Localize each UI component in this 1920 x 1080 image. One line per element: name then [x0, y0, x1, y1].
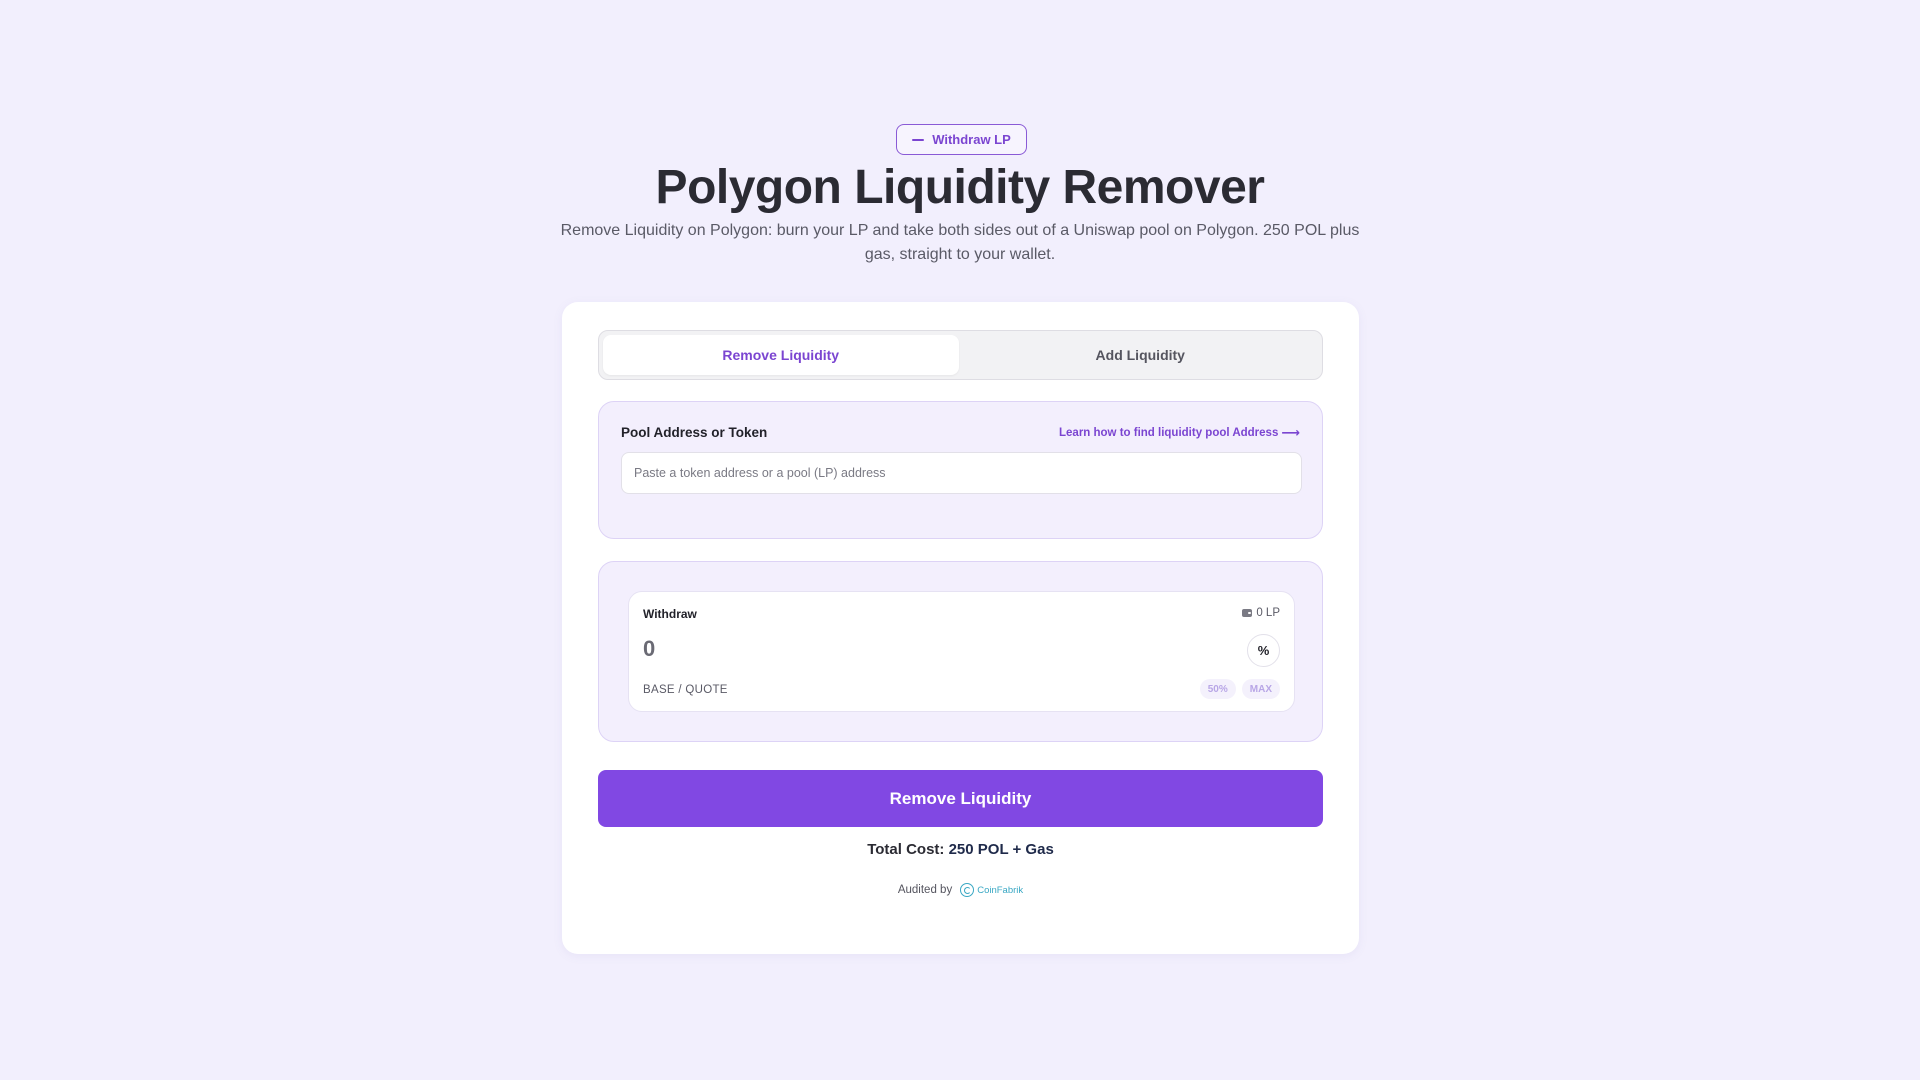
badge-label: Withdraw LP	[932, 132, 1011, 147]
withdraw-box: Withdraw 0 LP 0 % BASE / QUOTE 50% MAX	[628, 591, 1295, 712]
total-cost-label: Total Cost:	[867, 841, 945, 858]
withdraw-lp-badge: Withdraw LP	[896, 124, 1027, 155]
auditor-brand-name: CoinFabrik	[977, 884, 1024, 896]
page-subtitle: Remove Liquidity on Polygon: burn your L…	[560, 222, 1360, 263]
wallet-icon	[1242, 609, 1253, 617]
withdraw-panel: Withdraw 0 LP 0 % BASE / QUOTE 50% MAX	[598, 561, 1323, 742]
withdraw-label: Withdraw	[643, 607, 697, 621]
page: Withdraw LP Polygon Liquidity Remover Re…	[0, 0, 1920, 1080]
minus-icon	[912, 138, 925, 141]
audited-by-label: Audited by	[897, 884, 953, 896]
lp-balance: 0 LP	[1242, 607, 1280, 619]
amount-chips: 50% MAX	[1199, 679, 1280, 699]
auditor-brand[interactable]: CoinFabrik	[960, 883, 1023, 897]
pool-address-panel: Pool Address or Token Learn how to find …	[598, 401, 1323, 539]
total-cost: Total Cost: 250 POL + Gas	[562, 841, 1359, 858]
percent-button[interactable]: %	[1247, 634, 1280, 667]
audited-by: Audited by CoinFabrik	[562, 883, 1359, 897]
token-pair: BASE / QUOTE	[643, 684, 728, 696]
max-chip[interactable]: MAX	[1241, 679, 1280, 699]
pool-address-input[interactable]	[621, 452, 1302, 494]
total-cost-value: 250 POL + Gas	[948, 841, 1054, 858]
tab-bar: Remove Liquidity Add Liquidity	[598, 330, 1323, 380]
coinfabrik-logo-icon	[960, 883, 975, 897]
page-title: Polygon Liquidity Remover	[655, 161, 1265, 214]
remove-liquidity-button[interactable]: Remove Liquidity	[598, 770, 1323, 827]
pool-address-label: Pool Address or Token	[621, 425, 768, 440]
half-chip[interactable]: 50%	[1199, 679, 1236, 699]
learn-pool-address-link[interactable]: Learn how to find liquidity pool Address…	[1059, 425, 1300, 440]
lp-balance-value: 0 LP	[1256, 607, 1280, 619]
tab-add-liquidity[interactable]: Add Liquidity	[963, 335, 1319, 375]
tab-remove-liquidity[interactable]: Remove Liquidity	[603, 335, 959, 375]
liquidity-card: Remove Liquidity Add Liquidity Pool Addr…	[562, 302, 1359, 954]
withdraw-amount-input[interactable]: 0	[643, 636, 655, 662]
learn-link-label: Learn how to find liquidity pool Address	[1059, 427, 1279, 439]
arrow-right-icon: ⟶	[1281, 425, 1300, 440]
